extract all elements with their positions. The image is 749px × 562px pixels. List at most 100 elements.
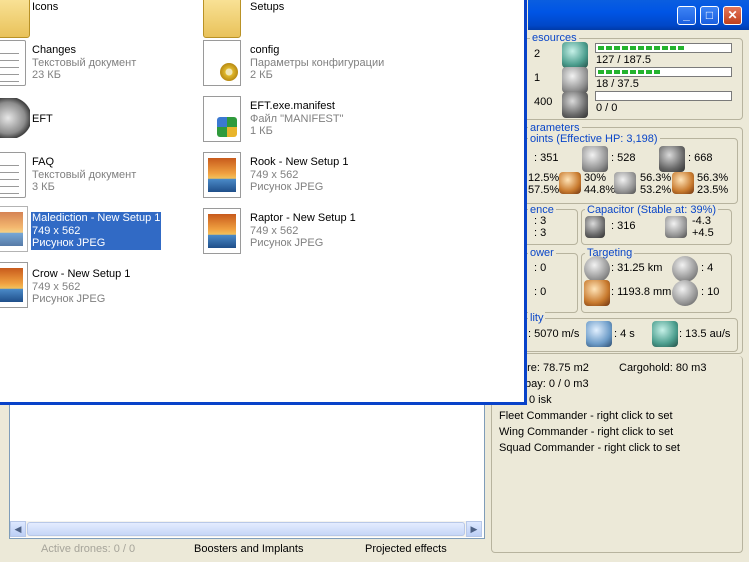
- close-button[interactable]: ✕: [723, 6, 742, 25]
- manifest-file-icon[interactable]: [203, 96, 241, 142]
- file-item-malediction[interactable]: Malediction - New Setup 1 749 x 562 Рису…: [31, 212, 162, 250]
- file-name: EFT.exe.manifest: [250, 100, 335, 112]
- maximize-button[interactable]: □: [700, 6, 719, 25]
- target-range-icon: [584, 256, 610, 282]
- recharge-icon: [665, 216, 687, 238]
- file-type: Рисунок JPEG: [32, 237, 106, 249]
- text-document-icon[interactable]: [0, 152, 26, 198]
- structure-hp: : 668: [688, 152, 713, 164]
- max-velocity: : 5070 m/s: [528, 328, 580, 340]
- shield-hp: : 351: [534, 152, 559, 164]
- firepower-value-1: : 0: [534, 262, 547, 274]
- file-name: Malediction - New Setup 1: [32, 212, 161, 224]
- file-size: 2 КБ: [250, 69, 273, 81]
- file-name: Icons: [32, 1, 59, 13]
- scan-resolution-icon: [584, 280, 610, 306]
- sensor-strength-icon: [672, 280, 698, 306]
- file-item-crow[interactable]: Crow - New Setup 1 749 x 562 Рисунок JPE…: [32, 268, 130, 306]
- calibration-bar: [595, 91, 732, 101]
- em-resist-icon: [559, 172, 581, 194]
- file-name: Setups: [250, 1, 285, 13]
- file-item-changes[interactable]: Changes Текстовый документ 23 КБ: [32, 44, 136, 82]
- file-type: Параметры конфигурации: [250, 56, 385, 69]
- folder-icon[interactable]: [0, 0, 30, 38]
- align-time-icon: [586, 321, 612, 347]
- res-left-1: 12.5%: [528, 172, 560, 184]
- file-type: Текстовый документ: [32, 56, 137, 69]
- file-dimensions: 749 x 562: [32, 280, 81, 293]
- file-name: FAQ: [32, 156, 55, 168]
- file-name: Changes: [32, 44, 77, 56]
- firepower-value-2: : 0: [534, 286, 547, 298]
- file-item-icons[interactable]: Icons: [32, 1, 58, 14]
- defence-value-1: : 3: [534, 215, 547, 227]
- file-item-faq[interactable]: FAQ Текстовый документ 3 КБ: [32, 156, 136, 194]
- sensor-strength: : 10: [701, 286, 720, 298]
- file-item-config[interactable]: config Параметры конфигурации 2 КБ: [250, 44, 384, 82]
- cpu-bar-fill: [598, 46, 685, 50]
- cpu-icon: [562, 42, 588, 68]
- file-name: config: [250, 44, 280, 56]
- file-name: Rook - New Setup 1: [250, 156, 349, 168]
- drone-list-area[interactable]: [9, 404, 485, 539]
- calibration-value: 0 / 0: [596, 102, 618, 114]
- file-name: Raptor - New Setup 1: [250, 212, 356, 224]
- info-panel: [491, 356, 743, 553]
- text-document-icon[interactable]: [0, 40, 26, 86]
- jpeg-image-icon[interactable]: [0, 262, 28, 308]
- file-item-raptor[interactable]: Raptor - New Setup 1 749 x 562 Рисунок J…: [250, 212, 356, 250]
- config-file-icon[interactable]: [203, 40, 241, 86]
- tab-projected-effects[interactable]: Projected effects: [365, 543, 447, 555]
- folder-icon[interactable]: [203, 0, 241, 38]
- file-dimensions: 749 x 562: [250, 168, 299, 181]
- kinetic-resist-icon: [614, 172, 636, 194]
- scroll-right-button[interactable]: ▶: [466, 521, 482, 537]
- tab-active-drones[interactable]: Active drones: 0 / 0: [41, 543, 135, 555]
- title-bar[interactable]: _ □ ✕: [528, 0, 749, 30]
- jpeg-image-icon[interactable]: [203, 208, 241, 254]
- align-time: : 4 s: [614, 328, 635, 340]
- jpeg-image-icon[interactable]: [0, 206, 28, 252]
- cpu-value: 127 / 187.5: [596, 54, 652, 66]
- warp-speed: : 13.5 au/s: [679, 328, 731, 340]
- capacitor-delta-1: -4.3: [692, 215, 711, 227]
- resource-left-1: 2: [534, 48, 541, 60]
- capacitor-capacity: : 316: [611, 220, 636, 232]
- armor-icon: [582, 146, 608, 172]
- warp-speed-icon: [652, 321, 678, 347]
- max-targets: : 4: [701, 262, 714, 274]
- file-item-rook[interactable]: Rook - New Setup 1 749 x 562 Рисунок JPE…: [250, 156, 348, 194]
- res-armor-2: 44.8%: [584, 184, 616, 196]
- file-dimensions: 749 x 562: [32, 224, 81, 237]
- cpu-bar: [595, 43, 732, 53]
- scroll-left-button[interactable]: ◀: [10, 521, 26, 537]
- file-name: Crow - New Setup 1: [32, 268, 131, 280]
- file-item-eft[interactable]: EFT: [32, 113, 53, 126]
- res-kinetic-2: 53.2%: [640, 184, 672, 196]
- selected-file-label: Malediction - New Setup 1 749 x 562 Рису…: [31, 212, 162, 250]
- file-item-manifest[interactable]: EFT.exe.manifest Файл "MANIFEST" 1 КБ: [250, 100, 344, 138]
- file-size: 1 КБ: [250, 125, 273, 137]
- max-targets-icon: [672, 256, 698, 282]
- file-dimensions: 749 x 562: [250, 224, 299, 237]
- file-item-setups[interactable]: Setups: [250, 1, 284, 14]
- file-type: Рисунок JPEG: [250, 237, 324, 249]
- res-armor-1: 30%: [584, 172, 607, 184]
- minimize-button[interactable]: _: [677, 6, 696, 25]
- power-bar: [595, 67, 732, 77]
- res-explosive-2: 23.5%: [697, 184, 729, 196]
- eft-app-icon[interactable]: [0, 98, 30, 138]
- horizontal-scrollbar[interactable]: ◀ ▶: [10, 521, 482, 537]
- file-type: Файл "MANIFEST": [250, 112, 344, 125]
- firepower-title: ower: [528, 247, 556, 259]
- power-value: 18 / 37.5: [596, 78, 639, 90]
- file-explorer-popup: Icons Changes Текстовый документ 23 КБ E…: [0, 0, 527, 405]
- jpeg-image-icon[interactable]: [203, 152, 241, 198]
- capacitor-delta-2: +4.5: [692, 227, 714, 239]
- scrollbar-thumb[interactable]: [27, 522, 465, 536]
- file-name: EFT: [32, 113, 53, 125]
- tab-boosters[interactable]: Boosters and Implants: [194, 543, 303, 555]
- mobility-title: lity: [528, 312, 546, 324]
- resource-left-2: 1: [534, 72, 541, 84]
- powergrid-icon: [562, 67, 588, 93]
